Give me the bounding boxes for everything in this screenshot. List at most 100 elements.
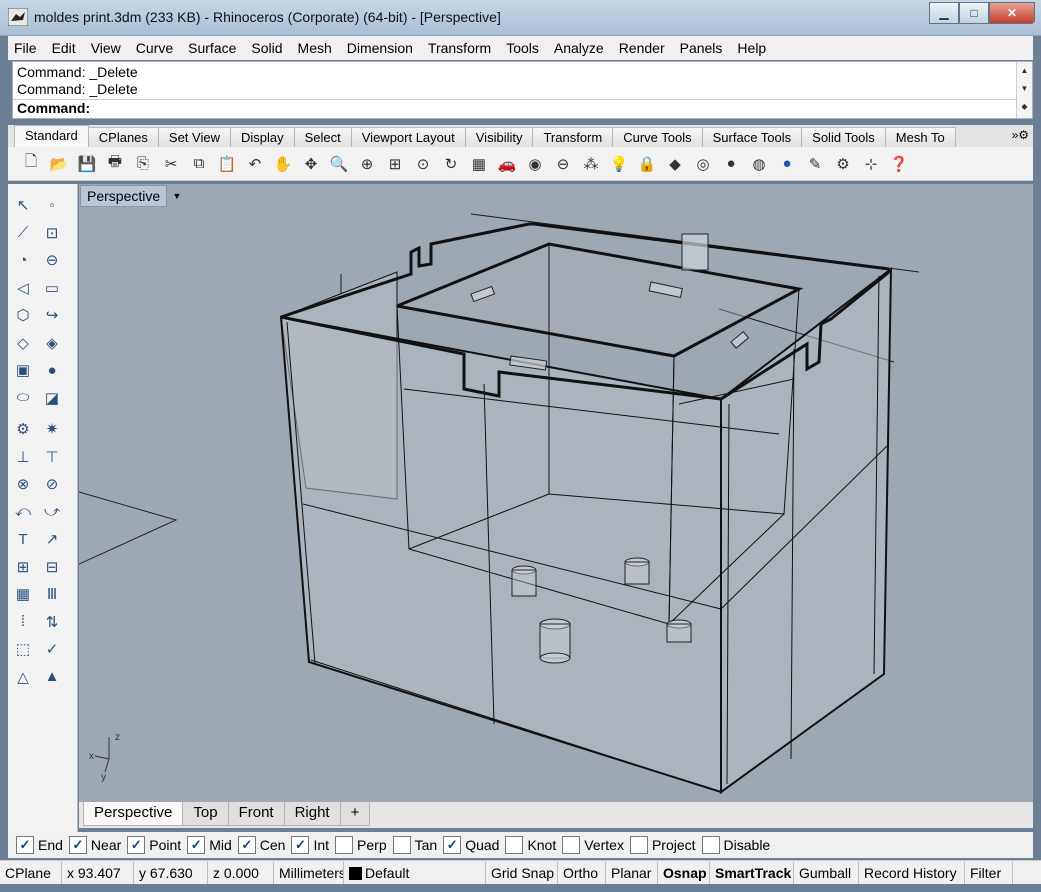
tab-surface-tools[interactable]: Surface Tools xyxy=(701,127,803,147)
pan-icon[interactable]: ✋ xyxy=(270,151,296,177)
offset-icon[interactable]: ⤺ xyxy=(10,499,36,525)
osnap-checkbox[interactable]: ✓ xyxy=(237,836,256,854)
menu-mesh[interactable]: Mesh xyxy=(298,40,332,56)
menu-solid[interactable]: Solid xyxy=(251,40,282,56)
rotate-view-icon[interactable]: ✥ xyxy=(298,151,324,177)
menu-panels[interactable]: Panels xyxy=(680,40,723,56)
command-prompt[interactable]: Command: xyxy=(17,100,90,116)
osnap-checkbox[interactable] xyxy=(562,836,581,854)
rectangle-icon[interactable]: ▭ xyxy=(39,275,65,301)
car-icon[interactable]: 🚗 xyxy=(494,151,520,177)
status-units[interactable]: Millimeters xyxy=(274,861,344,884)
split-icon[interactable]: ⊤ xyxy=(39,444,65,470)
osnap-project[interactable]: Project xyxy=(629,836,696,854)
minimize-button[interactable]: ▁ xyxy=(929,2,959,24)
save-icon[interactable]: 💾 xyxy=(74,151,100,177)
menu-dimension[interactable]: Dimension xyxy=(347,40,413,56)
maximize-button[interactable]: □ xyxy=(959,2,989,24)
osnap-quad[interactable]: ✓ Quad xyxy=(443,836,499,854)
osnap-tan[interactable]: Tan xyxy=(392,836,437,854)
model-view[interactable]: z x y xyxy=(79,184,1033,802)
circle-icon[interactable]: ◔ xyxy=(10,247,36,273)
filter-button[interactable]: Filter xyxy=(965,861,1013,884)
menu-curve[interactable]: Curve xyxy=(136,40,173,56)
add-viewport-tab-icon[interactable]: + xyxy=(339,802,371,826)
import-icon[interactable]: ⎘ xyxy=(130,151,156,177)
polygon-array-icon[interactable]: ⁞ xyxy=(10,609,36,635)
tab-standard[interactable]: Standard xyxy=(14,125,89,147)
grid-icon[interactable]: ⊹ xyxy=(858,151,884,177)
perspective-viewport[interactable]: z x y Perspective ▼ xyxy=(79,184,1033,802)
viewport-title[interactable]: Perspective xyxy=(80,185,168,207)
trim-icon[interactable]: ⊥ xyxy=(10,444,36,470)
osnap-checkbox[interactable] xyxy=(629,836,648,854)
copy-icon[interactable]: ⧉ xyxy=(186,151,212,177)
layer-lock-icon[interactable]: 🔒 xyxy=(634,151,660,177)
tab-transform[interactable]: Transform xyxy=(532,127,614,147)
menu-analyze[interactable]: Analyze xyxy=(554,40,604,56)
dimension-icon[interactable]: ↗ xyxy=(39,526,65,552)
scroll-spin-icon[interactable]: ◆ xyxy=(1017,98,1032,116)
camera-icon[interactable]: ◉ xyxy=(522,151,548,177)
tab-display[interactable]: Display xyxy=(229,127,295,147)
zoom-selected-icon[interactable]: ⊙ xyxy=(410,151,436,177)
ortho-button[interactable]: Ortho xyxy=(558,861,606,884)
tab-solid-tools[interactable]: Solid Tools xyxy=(801,127,886,147)
rhino-app-icon[interactable] xyxy=(8,8,28,26)
osnap-perp[interactable]: Perp xyxy=(335,836,387,854)
settings-icon[interactable]: ⚙ xyxy=(830,151,856,177)
pyramid-icon[interactable]: ▲ xyxy=(39,664,65,690)
osnap-checkbox[interactable]: ✓ xyxy=(68,836,87,854)
viewport-tab-right[interactable]: Right xyxy=(283,802,341,826)
blend-icon[interactable]: ⤻ xyxy=(39,499,65,525)
viewport-tab-perspective[interactable]: Perspective xyxy=(83,802,184,826)
boolean-icon[interactable]: ⊗ xyxy=(10,471,36,497)
help-icon[interactable]: ❓ xyxy=(886,151,912,177)
scroll-down-icon[interactable]: ▼ xyxy=(1017,80,1032,98)
command-scrollbar[interactable]: ▲ ▼ ◆ xyxy=(1016,62,1032,118)
menu-tools[interactable]: Tools xyxy=(506,40,539,56)
viewport-layout-icon[interactable]: ▦ xyxy=(466,151,492,177)
lock-icon[interactable]: ⁂ xyxy=(578,151,604,177)
osnap-vertex[interactable]: Vertex xyxy=(562,836,624,854)
arc-icon[interactable]: ◁ xyxy=(10,275,36,301)
snap-icon[interactable]: ⇅ xyxy=(39,609,65,635)
sphere-icon[interactable]: ● xyxy=(39,357,65,383)
solid-box-icon[interactable]: ▦ xyxy=(10,581,36,607)
point-icon[interactable]: ⊖ xyxy=(550,151,576,177)
osnap-checkbox[interactable] xyxy=(335,836,354,854)
viewport-tab-top[interactable]: Top xyxy=(182,802,229,826)
tab-visibility[interactable]: Visibility xyxy=(464,127,534,147)
osnap-checkbox[interactable]: ✓ xyxy=(187,836,206,854)
menu-transform[interactable]: Transform xyxy=(428,40,491,56)
render-icon[interactable]: ◆ xyxy=(662,151,688,177)
menu-edit[interactable]: Edit xyxy=(52,40,76,56)
boolean-split-icon[interactable]: ⊘ xyxy=(39,471,65,497)
osnap-int[interactable]: ✓ Int xyxy=(291,836,329,854)
tab-mesh-tools[interactable]: Mesh To xyxy=(884,127,956,147)
shapes-icon[interactable]: △ xyxy=(10,664,36,690)
bar-icon[interactable]: Ⅲ xyxy=(39,581,65,607)
osnap-checkbox[interactable]: ✓ xyxy=(16,836,34,854)
osnap-mid[interactable]: ✓ Mid xyxy=(187,836,232,854)
zoom-extents-icon[interactable]: ⊞ xyxy=(382,151,408,177)
light-icon[interactable]: 💡 xyxy=(606,151,632,177)
check-icon[interactable]: ✓ xyxy=(39,636,65,662)
undo-icon[interactable]: ↶ xyxy=(242,151,268,177)
text-icon[interactable]: T xyxy=(10,526,36,552)
curve-icon[interactable]: ⊡ xyxy=(39,220,65,246)
point-icon[interactable]: ◦ xyxy=(39,192,65,218)
transform-icon[interactable]: ⊟ xyxy=(39,554,65,580)
status-cplane[interactable]: CPlane xyxy=(0,861,62,884)
osnap-end[interactable]: ✓ End xyxy=(16,836,63,854)
color-wheel-icon[interactable]: ◎ xyxy=(690,151,716,177)
gumball-button[interactable]: Gumball xyxy=(794,861,859,884)
osnap-knot[interactable]: Knot xyxy=(505,836,556,854)
menu-file[interactable]: File xyxy=(14,40,37,56)
osnap-point[interactable]: ✓ Point xyxy=(127,836,181,854)
menu-help[interactable]: Help xyxy=(737,40,766,56)
loft-icon[interactable]: ◈ xyxy=(39,330,65,356)
osnap-cen[interactable]: ✓ Cen xyxy=(237,836,285,854)
menu-surface[interactable]: Surface xyxy=(188,40,236,56)
osnap-checkbox[interactable]: ✓ xyxy=(291,836,310,854)
